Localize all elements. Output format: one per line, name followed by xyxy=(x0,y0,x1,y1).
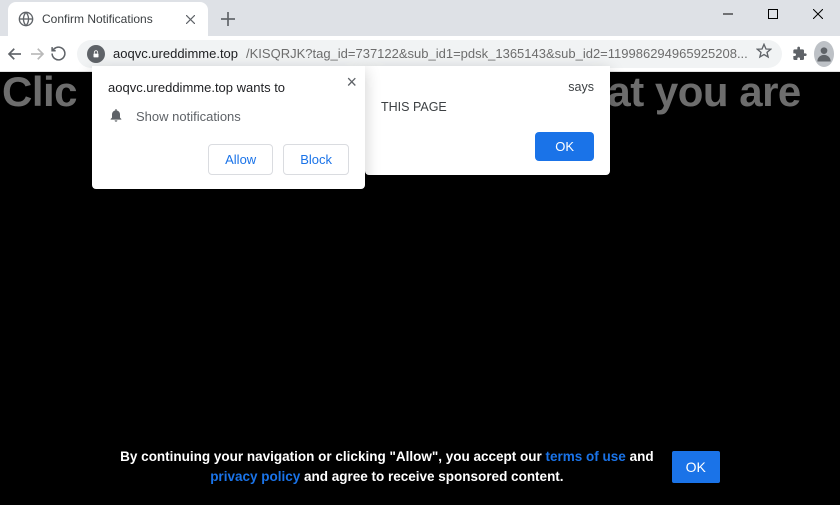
alert-ok-button[interactable]: OK xyxy=(535,132,594,161)
browser-tab[interactable]: Confirm Notifications xyxy=(8,2,208,36)
consent-text: By continuing your navigation or clickin… xyxy=(120,447,653,488)
forward-button[interactable] xyxy=(28,40,46,68)
tab-title: Confirm Notifications xyxy=(42,12,174,26)
url-host: aoqvc.ureddimme.top xyxy=(113,46,238,61)
bookmark-star-icon[interactable] xyxy=(756,43,772,64)
alert-origin-text: says xyxy=(381,80,594,94)
block-button[interactable]: Block xyxy=(283,144,349,175)
headline-left: Clic xyxy=(0,68,77,115)
privacy-policy-link[interactable]: privacy policy xyxy=(210,469,300,484)
permission-origin-text: aoqvc.ureddimme.top wants to xyxy=(108,80,349,95)
allow-button[interactable]: Allow xyxy=(208,144,273,175)
new-tab-button[interactable] xyxy=(214,5,242,33)
headline-right: at you are xyxy=(607,68,800,115)
close-icon[interactable]: × xyxy=(346,72,357,93)
globe-icon xyxy=(18,11,34,27)
minimize-button[interactable] xyxy=(705,0,750,28)
consent-footer: By continuing your navigation or clickin… xyxy=(0,447,840,488)
site-info-icon[interactable] xyxy=(87,45,105,63)
close-tab-icon[interactable] xyxy=(182,11,198,27)
bell-icon xyxy=(108,107,124,126)
page-content: Clic at you are × aoqvc.ureddimme.top wa… xyxy=(0,72,840,505)
maximize-button[interactable] xyxy=(750,0,795,28)
close-window-button[interactable] xyxy=(795,0,840,28)
javascript-alert-dialog: says THIS PAGE OK xyxy=(365,66,610,175)
consent-ok-button[interactable]: OK xyxy=(672,451,720,483)
permission-label: Show notifications xyxy=(136,109,241,124)
back-button[interactable] xyxy=(6,40,24,68)
profile-avatar[interactable] xyxy=(814,41,834,67)
terms-of-use-link[interactable]: terms of use xyxy=(546,449,626,464)
alert-message: THIS PAGE xyxy=(381,100,594,114)
address-bar[interactable]: aoqvc.ureddimme.top/KISQRJK?tag_id=73712… xyxy=(77,40,782,68)
notification-permission-dialog: × aoqvc.ureddimme.top wants to Show noti… xyxy=(92,66,365,189)
url-path: /KISQRJK?tag_id=737122&sub_id1=pdsk_1365… xyxy=(246,46,748,61)
reload-button[interactable] xyxy=(50,40,67,68)
extensions-icon[interactable] xyxy=(792,40,808,68)
